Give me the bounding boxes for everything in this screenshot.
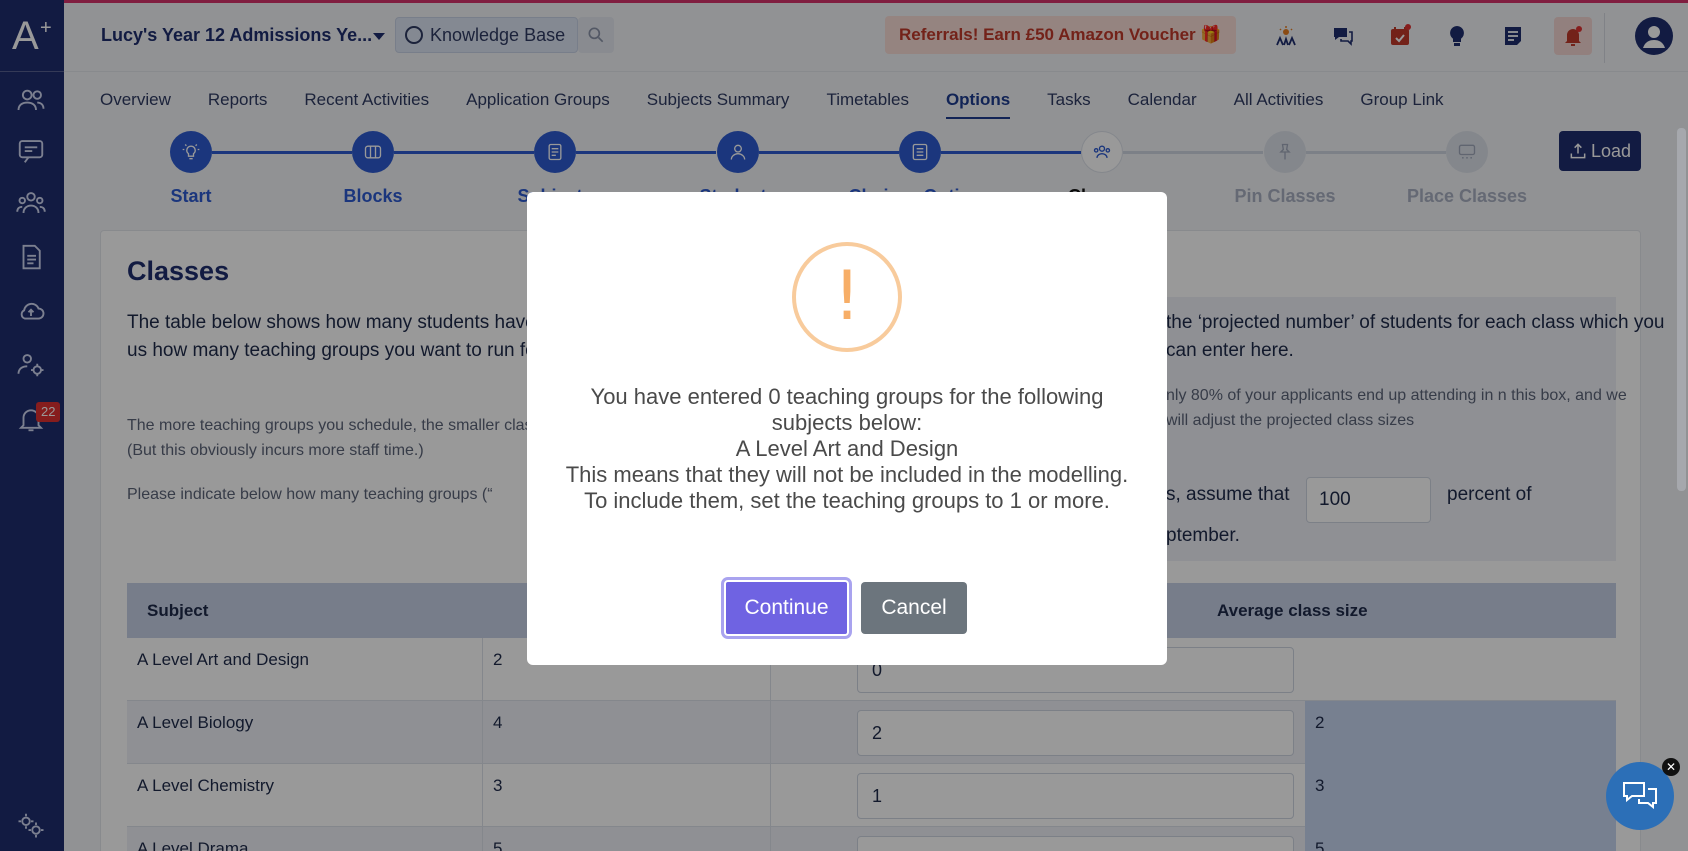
chat-icon <box>1623 782 1657 810</box>
page-scrollbar[interactable] <box>1677 128 1686 491</box>
warning-dialog: ! You have entered 0 teaching groups for… <box>527 192 1167 665</box>
cancel-button[interactable]: Cancel <box>861 582 967 634</box>
dialog-message-line-1: You have entered 0 teaching groups for t… <box>590 384 1104 435</box>
warning-icon: ! <box>792 242 902 352</box>
close-chat-icon[interactable]: ✕ <box>1662 758 1680 776</box>
warning-exclamation: ! <box>833 257 861 336</box>
dialog-message: You have entered 0 teaching groups for t… <box>557 384 1137 514</box>
dialog-message-line-3: This means that they will not be include… <box>565 462 1129 513</box>
dialog-message-subject: A Level Art and Design <box>735 436 959 461</box>
continue-button[interactable]: Continue <box>724 580 849 636</box>
